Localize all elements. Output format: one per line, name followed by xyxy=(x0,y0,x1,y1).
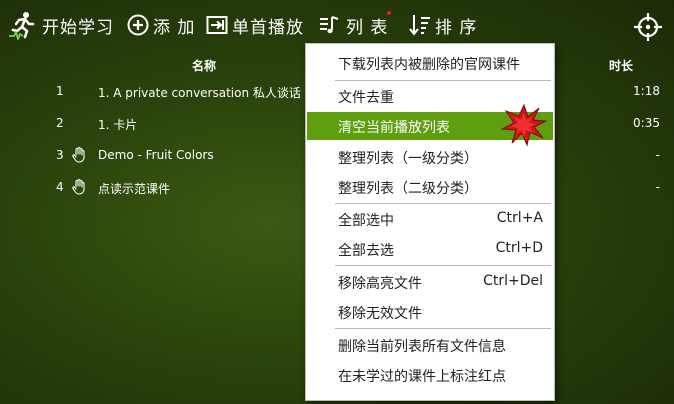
runner-icon xyxy=(8,10,38,40)
row-number: 4 xyxy=(56,180,64,194)
plus-circle-icon xyxy=(127,14,149,36)
red-burst-icon xyxy=(500,103,548,151)
menu-item-label: 全部选中 xyxy=(338,213,394,229)
menu-item-label: 全部去选 xyxy=(338,243,394,259)
menu-item-delete-all-info[interactable]: 删除当前列表所有文件信息 xyxy=(307,331,553,359)
menu-item-shortcut: Ctrl+Del xyxy=(483,273,543,289)
row-duration: - xyxy=(655,180,660,194)
menu-item-organize-level2[interactable]: 整理列表（二级分类） xyxy=(307,173,553,201)
menu-item-shortcut: Ctrl+A xyxy=(496,210,543,226)
single-play-icon xyxy=(206,14,228,36)
notification-dot xyxy=(387,11,391,15)
menu-item-shortcut: Ctrl+D xyxy=(495,240,543,256)
menu-item-select-all[interactable]: 全部选中 Ctrl+A xyxy=(307,205,553,233)
menu-item-label: 移除无效文件 xyxy=(338,306,422,322)
row-duration: 1:18 xyxy=(633,84,660,98)
single-play-button[interactable]: 单首播放 xyxy=(206,8,304,42)
menu-item-remove-highlighted[interactable]: 移除高亮文件 Ctrl+Del xyxy=(307,268,553,296)
sort-icon xyxy=(409,13,431,37)
menu-item-label: 在未学过的课件上标注红点 xyxy=(338,369,506,385)
menu-separator xyxy=(335,265,551,266)
row-title: 1. A private conversation 私人谈话 xyxy=(98,86,301,100)
row-title: 点读示范课件 xyxy=(98,182,171,196)
row-title: 1. 卡片 xyxy=(98,118,138,132)
list-music-icon xyxy=(318,13,342,37)
menu-item-download-deleted[interactable]: 下载列表内被删除的官网课件 xyxy=(307,49,553,77)
menu-item-label: 整理列表（一级分类） xyxy=(338,151,478,167)
add-button[interactable]: 添 加 xyxy=(127,8,195,42)
list-label: 列 表 xyxy=(346,17,389,38)
menu-separator xyxy=(335,80,551,81)
column-header-duration[interactable]: 时长 xyxy=(609,57,633,74)
hand-pointer-icon xyxy=(72,178,86,198)
menu-item-label: 文件去重 xyxy=(338,90,394,106)
menu-separator xyxy=(335,203,551,204)
row-number: 1 xyxy=(56,84,64,98)
row-duration: - xyxy=(655,148,660,162)
column-header-name[interactable]: 名称 xyxy=(192,57,216,74)
menu-item-label: 整理列表（二级分类） xyxy=(338,181,478,197)
menu-item-remove-invalid[interactable]: 移除无效文件 xyxy=(307,298,553,326)
locate-button[interactable] xyxy=(633,10,663,44)
crosshair-icon xyxy=(633,12,663,42)
context-menu: 下载列表内被删除的官网课件 文件去重 清空当前播放列表 整理列表（一级分类） 整… xyxy=(305,43,555,401)
add-label: 添 加 xyxy=(153,17,196,38)
hand-pointer-icon xyxy=(72,146,86,166)
single-play-label: 单首播放 xyxy=(232,17,304,38)
start-learning-button[interactable]: 开始学习 xyxy=(8,8,114,42)
sort-label: 排 序 xyxy=(435,17,478,38)
menu-item-mark-unlearned[interactable]: 在未学过的课件上标注红点 xyxy=(307,361,553,389)
row-number: 2 xyxy=(56,116,64,130)
row-number: 3 xyxy=(56,148,64,162)
menu-item-label: 删除当前列表所有文件信息 xyxy=(338,339,506,355)
start-learning-label: 开始学习 xyxy=(42,17,114,38)
menu-separator xyxy=(335,328,551,329)
menu-item-label: 清空当前播放列表 xyxy=(338,120,450,136)
row-title: Demo - Fruit Colors xyxy=(98,148,214,162)
menu-item-deselect-all[interactable]: 全部去选 Ctrl+D xyxy=(307,235,553,263)
row-duration: 0:35 xyxy=(633,116,660,130)
list-button[interactable]: 列 表 xyxy=(318,8,388,42)
menu-item-label: 下载列表内被删除的官网课件 xyxy=(338,57,520,73)
menu-item-label: 移除高亮文件 xyxy=(338,276,422,292)
sort-button[interactable]: 排 序 xyxy=(409,8,477,42)
